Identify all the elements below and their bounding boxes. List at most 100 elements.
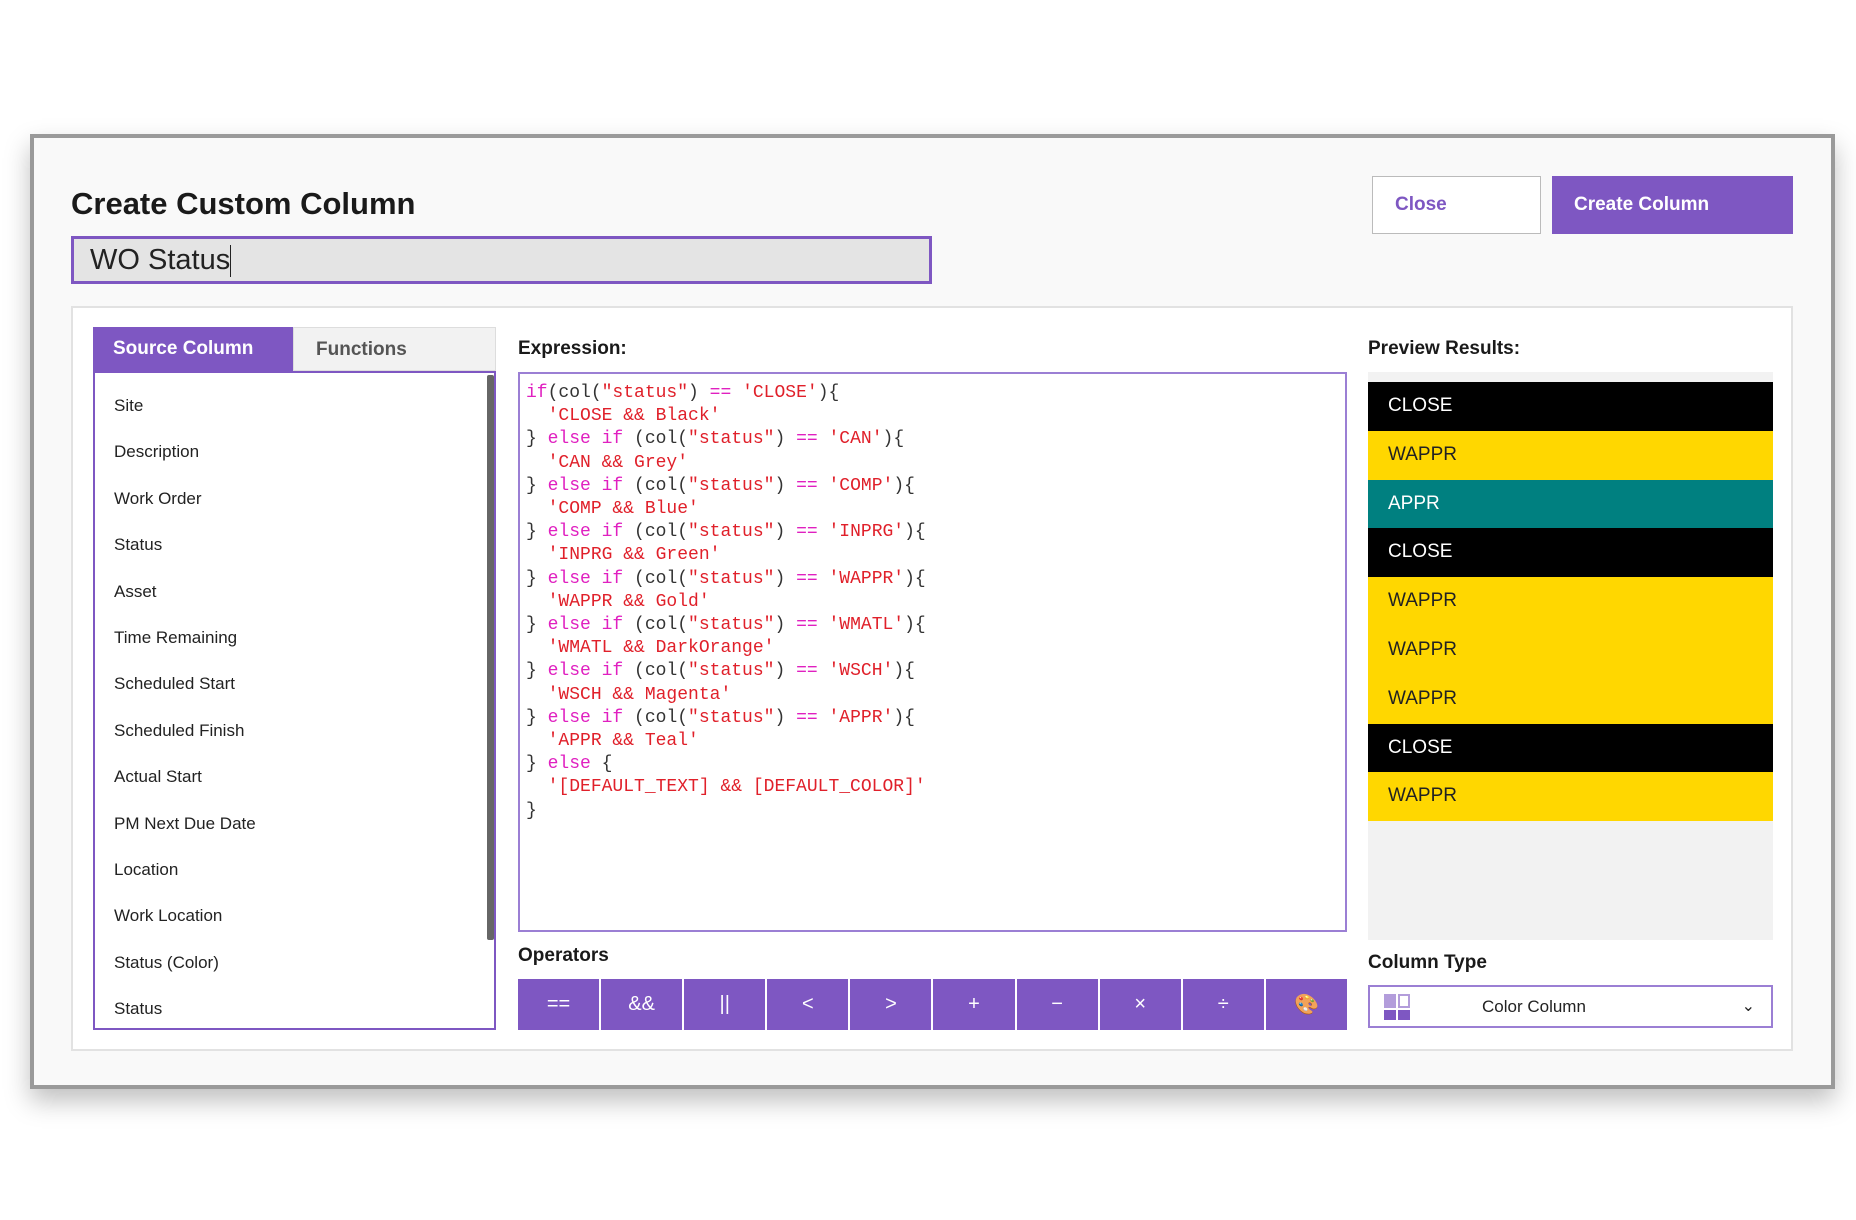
minus-operator-button[interactable]: − [1016,979,1098,1030]
or-operator-button[interactable]: || [684,979,766,1030]
code-text: ) [774,615,797,636]
source-column-item[interactable]: Time Remaining [95,615,494,661]
source-column-item[interactable]: Status (Color) [95,940,494,986]
source-column-item[interactable]: Asset [95,569,494,615]
column-type-select[interactable]: Color Column ⌄ [1368,985,1773,1028]
source-column-item[interactable]: Scheduled Start [95,661,494,707]
source-column-item[interactable]: Description [95,429,494,475]
code-keyword: else if [547,522,624,543]
preview-row: WAPPR [1368,772,1773,822]
source-column-item[interactable]: Status [95,986,494,1028]
create-column-button[interactable]: Create Column [1552,176,1793,234]
palette-icon[interactable]: 🎨 [1265,979,1347,1030]
preview-row: CLOSE [1368,528,1773,578]
code-text: } [526,475,548,496]
equals-operator-button[interactable]: == [518,979,600,1030]
code-text: ) [688,383,710,403]
preview-row: WAPPR [1368,674,1773,724]
source-column-item[interactable]: PM Next Due Date [95,801,494,847]
plus-operator-button[interactable]: + [933,979,1015,1030]
code-string: "status" [688,615,775,636]
code-text: ){ [893,475,915,496]
code-line: } else if (col("status") == 'WMATL'){ [526,614,1339,637]
code-string: 'APPR && Teal' [547,731,699,752]
source-column-item[interactable]: Actual Start [95,754,494,800]
code-string: '[DEFAULT_TEXT] && [DEFAULT_COLOR]' [547,777,926,798]
tab-source-column[interactable]: Source Column [93,327,293,371]
greater-than-operator-button[interactable]: > [850,979,932,1030]
code-keyword: else [547,754,591,775]
operators-label: Operators [518,945,609,966]
code-string: 'WAPPR && Gold' [547,591,710,612]
code-keyword: else if [547,615,624,636]
column-type-label: Column Type [1368,952,1487,973]
code-text: } [526,661,548,682]
source-column-item[interactable]: Scheduled Finish [95,708,494,754]
source-column-item[interactable]: Location [95,847,494,893]
source-column-item[interactable]: Status [95,522,494,568]
divide-operator-button[interactable]: ÷ [1182,979,1264,1030]
code-string: "status" [688,707,775,728]
code-line: } else if (col("status") == 'APPR'){ [526,707,1339,730]
operators-bar: == && || < > + − × ÷ 🎨 [518,979,1347,1030]
code-text: ) [774,429,797,450]
tab-functions[interactable]: Functions [293,327,496,371]
less-than-operator-button[interactable]: < [767,979,849,1030]
close-button[interactable]: Close [1372,176,1541,234]
code-keyword: == [796,615,818,636]
code-string: 'COMP && Blue' [547,499,699,520]
code-keyword: == [796,568,818,589]
code-string: 'CAN' [828,429,883,450]
code-text: ){ [904,522,926,543]
preview-row: WAPPR [1368,577,1773,626]
code-keyword: == [796,429,818,450]
code-text: ){ [893,661,915,682]
code-keyword: if [526,383,548,403]
column-name-input[interactable]: WO Status [71,236,932,284]
source-column-item[interactable]: Work Order [95,476,494,522]
code-keyword: else if [547,475,624,496]
code-keyword: == [709,383,732,403]
code-keyword: == [796,707,818,728]
code-text: (col( [547,383,602,403]
code-string: 'APPR' [828,707,894,728]
code-text: } [526,429,548,450]
code-text: (col( [623,568,689,589]
multiply-operator-button[interactable]: × [1099,979,1181,1030]
code-text: ){ [817,383,840,403]
code-line: 'WAPPR && Gold' [526,591,1339,614]
code-text: (col( [623,707,689,728]
code-string: 'WSCH' [828,661,894,682]
preview-row: CLOSE [1368,723,1773,773]
code-string: 'INPRG && Green' [547,545,721,566]
code-text: } [526,568,548,589]
code-line: } else if (col("status") == 'WSCH'){ [526,660,1339,683]
code-line: 'CAN && Grey' [526,452,1339,475]
code-line: 'CLOSE && Black' [526,405,1339,428]
source-column-item[interactable]: Site [95,383,494,429]
code-text: { [590,754,613,775]
code-text: ){ [882,429,905,450]
preview-row: APPR [1368,479,1773,529]
chevron-down-icon: ⌄ [1741,998,1755,1015]
code-text: ){ [904,615,926,636]
code-line: } [526,800,1339,823]
code-string: 'WAPPR' [828,568,905,589]
and-operator-button[interactable]: && [601,979,683,1030]
expression-editor[interactable]: if(col("status") == 'CLOSE'){ 'CLOSE && … [518,372,1347,932]
source-column-item[interactable]: Work Location [95,893,494,939]
column-name-value: WO Status [90,244,231,276]
list-scrollbar[interactable] [487,375,494,940]
